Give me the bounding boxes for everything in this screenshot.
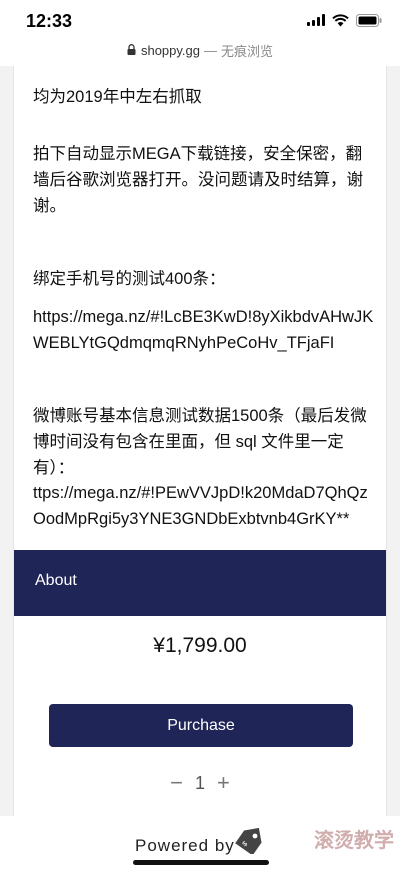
home-indicator[interactable] [133,860,269,865]
signal-icon [307,14,325,26]
purchase-button[interactable]: Purchase [49,704,353,747]
private-browsing-label: 无痕浏览 [221,43,274,59]
mega-link-phone[interactable]: https://mega.nz/#!LcBE3KwD!8yXikbdvAHwJK… [33,304,378,356]
quantity-decrement-button[interactable]: − [166,770,187,796]
footer: Powered by $ 滚烫教学 [0,816,400,874]
lock-icon [127,43,136,58]
url-separator: — [204,42,217,58]
battery-icon [356,13,382,27]
product-description-card: 均为2019年中左右抓取 拍下自动显示MEGA下载链接，安全保密，翻墙后谷歌浏览… [13,66,387,816]
quantity-increment-button[interactable]: + [213,770,234,796]
about-label: About [35,572,77,589]
status-time: 12:33 [26,11,73,31]
description-weibo-heading: 微博账号基本信息测试数据1500条（最后发微博时间没有包含在里面，但 sql 文… [33,407,367,477]
product-price: ¥1,799.00 [153,634,247,657]
url-domain: shoppy.gg [140,42,200,58]
description-instructions: 拍下自动显示MEGA下载链接，安全保密，翻墙后谷歌浏览器打开。没问题请及时结算，… [33,145,363,215]
page-margin-right [385,66,400,816]
page-margin-left [0,66,13,816]
status-icons [307,13,382,27]
wifi-icon [332,13,349,27]
page: 12:33 shoppy.gg — 无痕浏览 均为2019年中左右抓取 拍下自动… [0,0,400,874]
description-phone-heading: 绑定手机号的测试400条： [33,270,226,288]
status-bar: 12:33 [0,0,400,38]
about-section-header[interactable]: About [14,550,386,616]
powered-by-label[interactable]: Powered by [135,836,235,856]
quantity-value: 1 [194,772,205,793]
shoppy-logo-icon[interactable]: $ [231,827,265,859]
watermark-text: 滚烫教学 [314,830,394,852]
mega-link-weibo[interactable]: ttps://mega.nz/#!PEwVVJpD!k20MdaD7QhQzOo… [33,480,378,532]
description-line-date: 均为2019年中左右抓取 [33,88,202,106]
url-bar[interactable]: shoppy.gg — 无痕浏览 [0,38,400,62]
quantity-stepper: − 1 + [14,770,386,796]
